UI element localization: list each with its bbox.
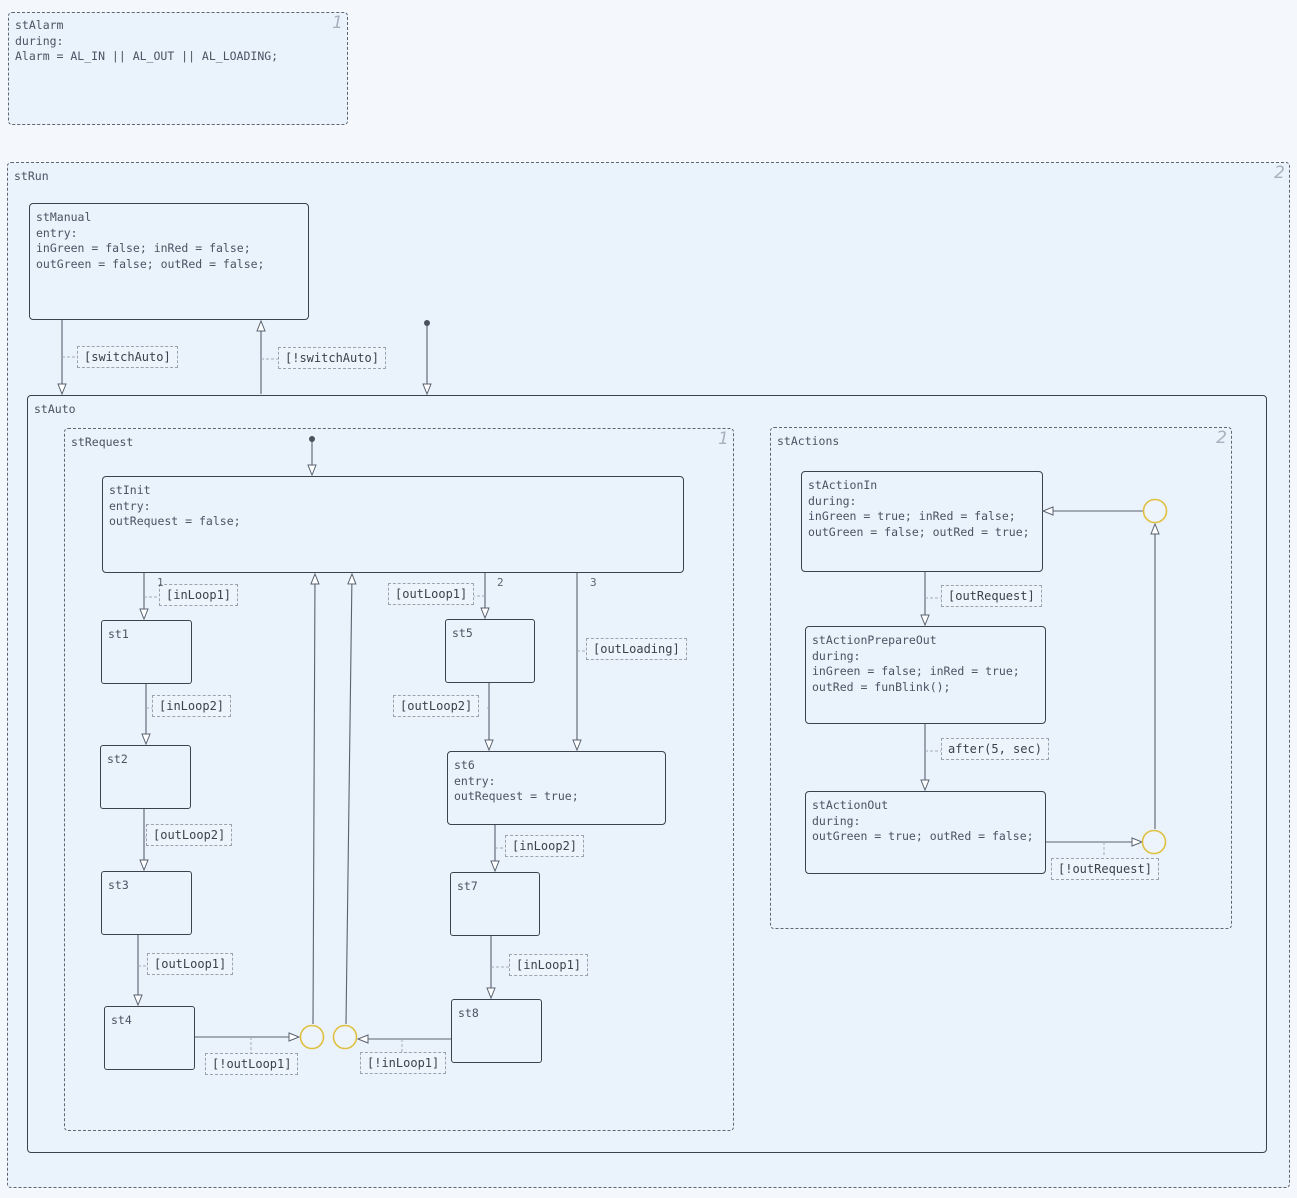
label-after: after(5, sec) (941, 738, 1049, 760)
label-inLoop2: [inLoop2] (152, 695, 232, 717)
label-outLoop2b: [outLoop2] (393, 695, 480, 717)
label-outLoop1b: [outLoop1] (388, 583, 475, 605)
junction-actions-bottom (1141, 829, 1167, 855)
label-outLoading: [outLoading] (586, 638, 687, 660)
priority-2: 2 (497, 576, 504, 589)
label-outLoop1: [outLoop1] (147, 953, 234, 975)
junction-right (332, 1024, 358, 1050)
label-notSwitchAuto: [!switchAuto] (278, 347, 386, 369)
label-switchAuto: [switchAuto] (77, 346, 178, 368)
transition-junction-right-stInit (345, 574, 352, 1025)
label-outRequest: [outRequest] (941, 585, 1042, 607)
junction-left (299, 1024, 325, 1050)
priority-1: 1 (157, 576, 164, 589)
label-notInLoop1: [!inLoop1] (360, 1052, 447, 1074)
label-notOutRequest: [!outRequest] (1051, 858, 1159, 880)
label-inLoop1: [inLoop1] (159, 584, 239, 606)
default-dot-stAuto (424, 320, 430, 326)
transition-junction-left-stInit (313, 574, 315, 1025)
label-notOutLoop1: [!outLoop1] (205, 1053, 299, 1075)
label-inLoop1b: [inLoop1] (509, 954, 589, 976)
label-inLoop2b: [inLoop2] (505, 835, 585, 857)
label-outLoop2: [outLoop2] (146, 824, 233, 846)
junction-actions-top (1142, 498, 1168, 524)
priority-3: 3 (590, 576, 597, 589)
default-dot-stInit (309, 436, 315, 442)
